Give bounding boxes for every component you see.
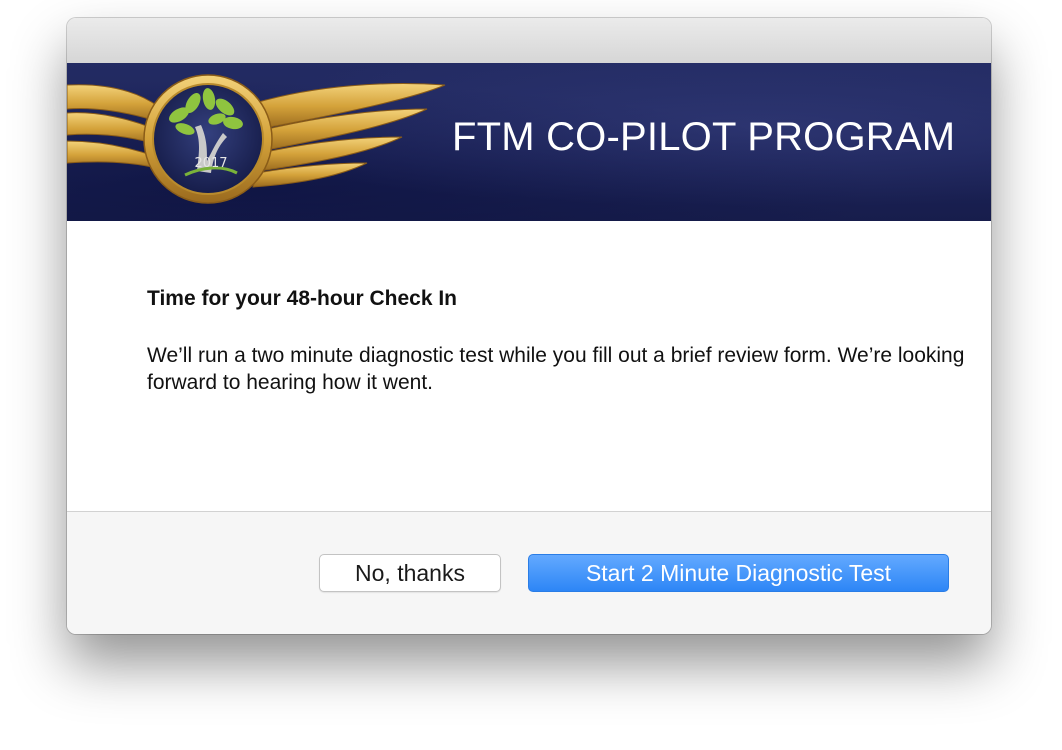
- start-diagnostic-button[interactable]: Start 2 Minute Diagnostic Test: [528, 554, 949, 592]
- banner-title: FTM CO-PILOT PROGRAM: [452, 115, 956, 159]
- badge-year: 2017: [194, 156, 227, 171]
- dialog-window: 2017 FTM CO-PILOT PROGRAM Time for your …: [67, 18, 991, 634]
- message-heading: Time for your 48-hour Check In: [147, 287, 458, 310]
- no-thanks-button[interactable]: No, thanks: [319, 554, 501, 592]
- program-banner: 2017 FTM CO-PILOT PROGRAM: [67, 63, 991, 221]
- title-bar[interactable]: [67, 18, 991, 64]
- winged-tree-badge-icon: 2017: [67, 74, 446, 204]
- button-bar: No, thanks Start 2 Minute Diagnostic Tes…: [67, 512, 991, 634]
- message-content: Time for your 48-hour Check In We’ll run…: [67, 221, 991, 512]
- message-body: We’ll run a two minute diagnostic test w…: [147, 344, 965, 394]
